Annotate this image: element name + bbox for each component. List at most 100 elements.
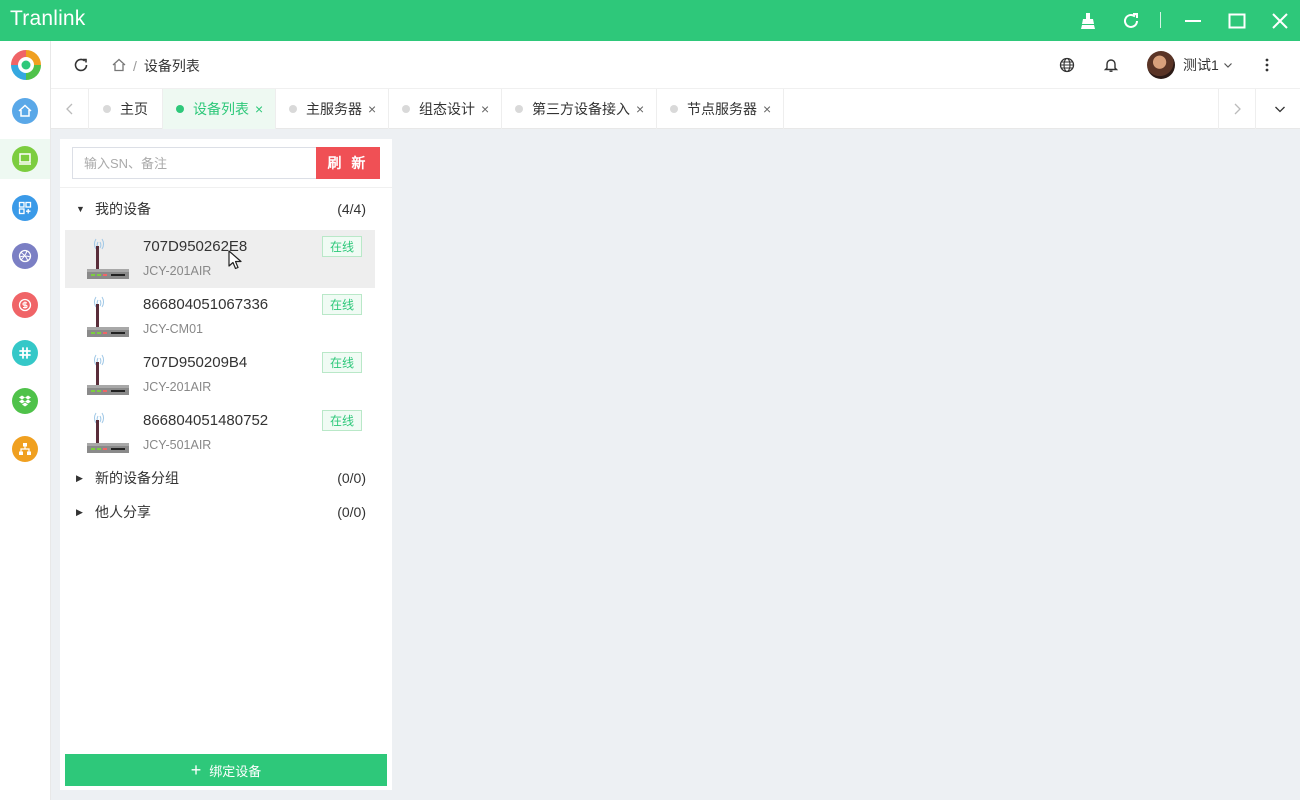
tab-label: 节点服务器 bbox=[687, 101, 757, 117]
refresh-icon[interactable] bbox=[1118, 8, 1144, 34]
header: / 设备列表 测试1 bbox=[51, 41, 1300, 89]
sidebar-item-dropbox[interactable] bbox=[0, 381, 50, 421]
group-new-device-group[interactable]: ▶ 新的设备分组 (0/0) bbox=[76, 466, 366, 490]
caret-down-icon: ▼ bbox=[76, 204, 85, 214]
minimize-icon[interactable] bbox=[1180, 8, 1206, 34]
mouse-cursor-icon bbox=[228, 250, 242, 270]
avatar bbox=[1147, 51, 1175, 79]
tab-dot bbox=[103, 105, 111, 113]
tab-dot bbox=[515, 105, 523, 113]
globe-icon[interactable] bbox=[1057, 55, 1077, 75]
sidebar-item-org[interactable] bbox=[0, 429, 50, 469]
device-model: JCY-501AIR bbox=[143, 438, 212, 452]
router-icon bbox=[85, 410, 131, 456]
sidebar bbox=[0, 41, 51, 800]
device-sn: 866804051480752 bbox=[143, 412, 269, 429]
tab-home[interactable]: 主页 bbox=[90, 89, 163, 129]
dribbble-icon bbox=[12, 243, 38, 269]
group-count: (0/0) bbox=[337, 504, 366, 520]
tab-label: 主页 bbox=[120, 101, 148, 117]
sidebar-item-dribbble[interactable] bbox=[0, 236, 50, 276]
apps-icon bbox=[12, 195, 38, 221]
device-model: JCY-201AIR bbox=[143, 380, 212, 394]
group-name: 新的设备分组 bbox=[95, 470, 179, 486]
status-badge: 在线 bbox=[322, 236, 362, 257]
tab-close-icon[interactable]: × bbox=[481, 101, 489, 117]
tab-dot bbox=[289, 105, 297, 113]
sidebar-item-slack[interactable] bbox=[0, 333, 50, 373]
app-logo bbox=[11, 50, 41, 80]
caret-right-icon: ▶ bbox=[76, 472, 83, 483]
sidebar-item-apps[interactable] bbox=[0, 188, 50, 228]
group-name: 他人分享 bbox=[95, 504, 151, 520]
tab-dot bbox=[402, 105, 410, 113]
app-title: Tranlink bbox=[10, 7, 86, 30]
tab-label: 设备列表 bbox=[193, 101, 249, 117]
maximize-icon[interactable] bbox=[1224, 8, 1250, 34]
bind-device-button[interactable]: + 绑定设备 bbox=[65, 754, 387, 786]
tab-label: 主服务器 bbox=[306, 101, 362, 117]
bell-icon[interactable] bbox=[1101, 55, 1121, 75]
close-icon[interactable] bbox=[1267, 8, 1293, 34]
group-my-devices[interactable]: ▼ 我的设备 (4/4) bbox=[76, 197, 366, 221]
tab-scroll-right-icon[interactable] bbox=[1218, 89, 1256, 129]
tab-bar: 主页 设备列表 × 主服务器 × 组态设计 × 第三方设备接入 × 节点服务器 … bbox=[51, 89, 1300, 129]
tab-close-icon[interactable]: × bbox=[255, 101, 263, 117]
tab-configuration-design[interactable]: 组态设计 × bbox=[389, 89, 502, 129]
search-input[interactable] bbox=[72, 147, 316, 179]
chevron-down-icon bbox=[1223, 60, 1233, 70]
device-sn: 707D950209B4 bbox=[143, 354, 248, 371]
breadcrumb-current: 设备列表 bbox=[143, 58, 200, 74]
device-panel: 刷 新 ▼ 我的设备 (4/4) 707D950262E8 JCY-201AIR… bbox=[60, 139, 392, 790]
dropbox-icon bbox=[12, 388, 38, 414]
more-vertical-icon[interactable] bbox=[1257, 55, 1277, 75]
tab-scroll-left-icon[interactable] bbox=[51, 89, 89, 129]
broom-icon[interactable] bbox=[1075, 8, 1101, 34]
sidebar-item-money[interactable] bbox=[0, 285, 50, 325]
breadcrumb-home-icon[interactable] bbox=[111, 57, 127, 76]
user-menu[interactable]: 测试1 bbox=[1147, 51, 1233, 79]
group-shared-by-others[interactable]: ▶ 他人分享 (0/0) bbox=[76, 500, 366, 524]
device-sn: 866804051067336 bbox=[143, 296, 269, 313]
reload-icon[interactable] bbox=[71, 55, 91, 75]
tab-third-party-access[interactable]: 第三方设备接入 × bbox=[502, 89, 657, 129]
device-model: JCY-CM01 bbox=[143, 322, 203, 336]
tab-node-server[interactable]: 节点服务器 × bbox=[657, 89, 784, 129]
group-count: (0/0) bbox=[337, 470, 366, 486]
tab-dropdown-icon[interactable] bbox=[1259, 89, 1300, 129]
user-name: 测试1 bbox=[1183, 57, 1219, 73]
tab-close-icon[interactable]: × bbox=[636, 101, 644, 117]
device-model: JCY-201AIR bbox=[143, 264, 212, 278]
content-area: 刷 新 ▼ 我的设备 (4/4) 707D950262E8 JCY-201AIR… bbox=[51, 129, 1300, 800]
tab-close-icon[interactable]: × bbox=[763, 101, 771, 117]
router-icon bbox=[85, 294, 131, 340]
money-icon bbox=[12, 292, 38, 318]
home-icon bbox=[12, 98, 38, 124]
sidebar-item-device[interactable] bbox=[0, 139, 50, 179]
refresh-button[interactable]: 刷 新 bbox=[316, 147, 380, 179]
search-row: 刷 新 bbox=[72, 147, 380, 179]
sidebar-item-home[interactable] bbox=[0, 91, 50, 131]
group-name: 我的设备 bbox=[95, 201, 151, 217]
tab-main-server[interactable]: 主服务器 × bbox=[276, 89, 389, 129]
device-item[interactable]: 707D950262E8 JCY-201AIR 在线 bbox=[65, 230, 375, 288]
monitor-icon bbox=[12, 146, 38, 172]
group-count: (4/4) bbox=[337, 201, 366, 217]
tab-dot bbox=[670, 105, 678, 113]
status-badge: 在线 bbox=[322, 352, 362, 373]
tab-device-list[interactable]: 设备列表 × bbox=[163, 89, 276, 129]
device-item[interactable]: 866804051480752 JCY-501AIR 在线 bbox=[65, 404, 375, 462]
device-item[interactable]: 707D950209B4 JCY-201AIR 在线 bbox=[65, 346, 375, 404]
tab-dot bbox=[176, 105, 184, 113]
router-icon bbox=[85, 352, 131, 398]
tab-label: 第三方设备接入 bbox=[532, 101, 630, 117]
divider bbox=[60, 187, 392, 188]
sitemap-icon bbox=[12, 436, 38, 462]
breadcrumb: / 设备列表 bbox=[111, 56, 200, 76]
breadcrumb-separator: / bbox=[133, 58, 137, 74]
device-item[interactable]: 866804051067336 JCY-CM01 在线 bbox=[65, 288, 375, 346]
tab-label: 组态设计 bbox=[419, 101, 475, 117]
status-badge: 在线 bbox=[322, 410, 362, 431]
window-controls-separator bbox=[1160, 12, 1161, 28]
tab-close-icon[interactable]: × bbox=[368, 101, 376, 117]
